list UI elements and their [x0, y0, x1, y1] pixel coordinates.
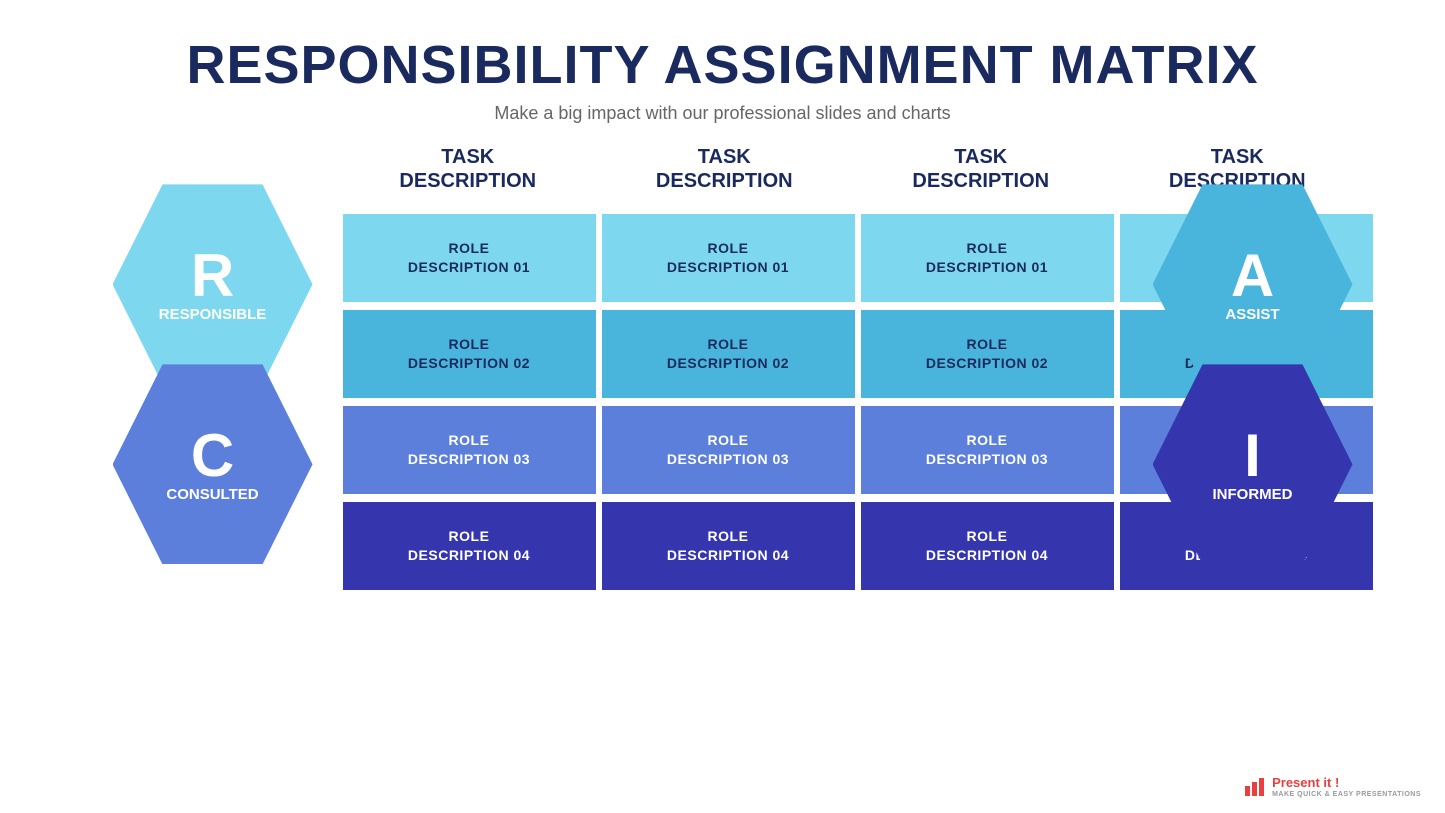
branding: Present it ! MAKE QUICK & EASY PRESENTAT… [1245, 775, 1421, 799]
hex-R-label: RESPONSIBLE [159, 306, 267, 323]
task-header-3: TASKDESCRIPTION [856, 134, 1107, 204]
left-hexagons: R RESPONSIBLE C CONSULTED [83, 194, 343, 554]
brand-bar-1 [1245, 786, 1250, 796]
hex-I: I INFORMED [1153, 364, 1353, 564]
cell-r4-1: ROLEDESCRIPTION 04 [343, 502, 596, 590]
cell-r2-2: ROLEDESCRIPTION 02 [602, 310, 855, 398]
hex-A-label: ASSIST [1225, 306, 1279, 323]
cell-r1-2: ROLEDESCRIPTION 01 [602, 214, 855, 302]
hex-C: C CONSULTED [113, 364, 313, 564]
task-header-1: TASKDESCRIPTION [343, 134, 594, 204]
brand-bar-3 [1259, 778, 1264, 796]
hex-A: A ASSIST [1153, 184, 1353, 384]
brand-bars [1245, 778, 1264, 796]
cell-r4-2: ROLEDESCRIPTION 04 [602, 502, 855, 590]
task-header-2: TASKDESCRIPTION [599, 134, 850, 204]
cell-r2-1: ROLEDESCRIPTION 02 [343, 310, 596, 398]
cell-r4-3: ROLEDESCRIPTION 04 [861, 502, 1114, 590]
brand-bar-2 [1252, 782, 1257, 796]
cell-r1-1: ROLEDESCRIPTION 01 [343, 214, 596, 302]
brand-subtext: MAKE QUICK & EASY PRESENTATIONS [1272, 791, 1421, 799]
cell-r3-1: ROLEDESCRIPTION 03 [343, 406, 596, 494]
main-title: RESPONSIBILITY ASSIGNMENT MATRIX [186, 36, 1258, 95]
hex-R: R RESPONSIBLE [113, 184, 313, 384]
header: RESPONSIBILITY ASSIGNMENT MATRIX Make a … [186, 0, 1258, 124]
cell-r3-2: ROLEDESCRIPTION 03 [602, 406, 855, 494]
brand-name: Present it ! [1272, 775, 1421, 791]
cell-r3-3: ROLEDESCRIPTION 03 [861, 406, 1114, 494]
hex-C-letter: C [191, 426, 234, 486]
hex-A-letter: A [1231, 246, 1274, 306]
page-container: RESPONSIBILITY ASSIGNMENT MATRIX Make a … [0, 0, 1445, 813]
hex-R-letter: R [191, 246, 234, 306]
cell-r1-3: ROLEDESCRIPTION 01 [861, 214, 1114, 302]
hex-I-label: INFORMED [1213, 486, 1293, 503]
brand-text-group: Present it ! MAKE QUICK & EASY PRESENTAT… [1272, 775, 1421, 799]
cell-r2-3: ROLEDESCRIPTION 02 [861, 310, 1114, 398]
right-hexagons: A ASSIST I INFORMED [1123, 194, 1383, 554]
subtitle: Make a big impact with our professional … [186, 103, 1258, 124]
hex-C-label: CONSULTED [166, 486, 258, 503]
hex-I-letter: I [1244, 426, 1261, 486]
